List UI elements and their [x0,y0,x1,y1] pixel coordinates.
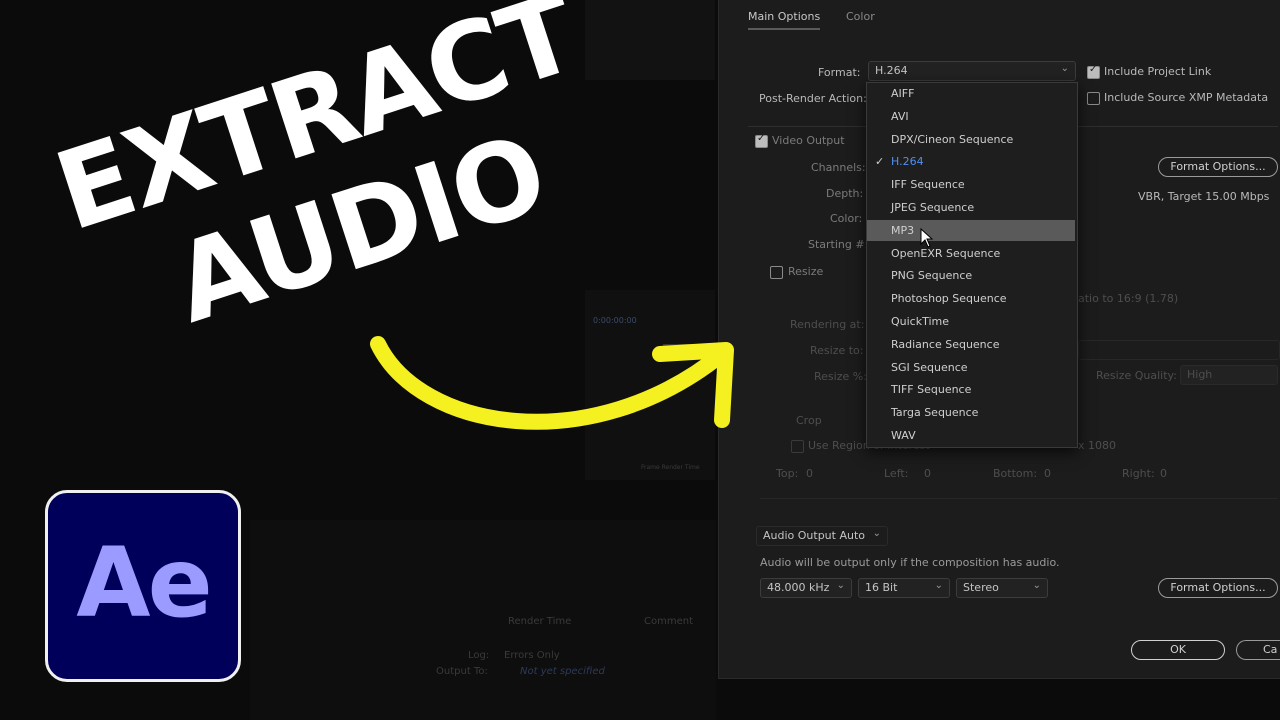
crop-left-value: 0 [924,467,931,480]
format-dropdown-menu: AIFF AVI DPX/Cineon Sequence ✓ H.264 IFF… [866,82,1078,448]
menu-item-wav[interactable]: WAV [867,425,1075,446]
crop-label: Crop [796,414,822,427]
include-xmp-checkbox[interactable] [1087,92,1100,105]
resize-checkbox[interactable] [770,266,783,279]
menu-item-photoshop[interactable]: Photoshop Sequence [867,288,1075,309]
crop-bottom-label: Bottom: [993,467,1038,480]
crop-bottom-value: 0 [1044,467,1051,480]
audio-note-text: Audio will be output only if the composi… [760,556,1060,569]
crop-size-text: x 1080 [1078,439,1117,452]
logo-text: Ae [76,527,212,639]
audio-output-dropdown[interactable]: Audio Output Auto ⌄ [756,526,888,546]
crop-divider [760,498,1278,499]
tab-color[interactable]: Color [846,10,875,23]
audio-channels-value: Stereo [963,581,999,594]
use-region-checkbox [791,440,804,453]
chevron-down-icon: ⌄ [836,580,845,591]
menu-item-h264[interactable]: ✓ H.264 [867,151,1075,172]
chevron-down-icon: ⌄ [1060,63,1069,74]
background-project-panel [585,0,715,80]
crop-left-label: Left: [884,467,909,480]
background-render-queue: Render Time Comment Log: Errors Only Out… [250,520,716,720]
checkmark-icon: ✓ [875,155,885,168]
menu-item-h264-label: H.264 [891,155,924,168]
resize-to-label: Resize to: [810,344,864,357]
chevron-down-icon: ⌄ [934,580,943,591]
rendering-at-label: Rendering at: [790,318,865,331]
starting-number-label: Starting #: [808,238,869,251]
render-time-column: Render Time [508,616,572,627]
audio-output-value: Audio Output Auto [763,529,866,542]
menu-item-png[interactable]: PNG Sequence [867,265,1075,286]
resize-quality-dropdown: High [1180,365,1278,385]
menu-item-openexr[interactable]: OpenEXR Sequence [867,243,1075,264]
tab-main-options[interactable]: Main Options [748,10,821,30]
menu-item-jpeg[interactable]: JPEG Sequence [867,197,1075,218]
menu-item-mp3[interactable]: MP3 [867,220,1075,241]
color-label: Color: [830,212,863,225]
menu-item-tiff[interactable]: TIFF Sequence [867,379,1075,400]
format-dropdown[interactable]: H.264 ⌄ [868,61,1076,81]
crop-top-value: 0 [806,467,813,480]
depth-label: Depth: [826,187,864,200]
resize-quality-value: High [1187,368,1213,381]
include-project-link-checkbox[interactable] [1087,64,1100,79]
cancel-button[interactable]: Ca [1236,640,1280,660]
mouse-cursor-icon [920,228,934,248]
post-render-action-label: Post-Render Action: [759,92,867,105]
crop-top-label: Top: [776,467,799,480]
menu-item-quicktime[interactable]: QuickTime [867,311,1075,332]
include-xmp-label: Include Source XMP Metadata [1104,91,1269,104]
video-output-label: Video Output [772,134,845,147]
menu-item-radiance[interactable]: Radiance Sequence [867,334,1075,355]
menu-item-targa[interactable]: Targa Sequence [867,402,1075,423]
sample-rate-value: 48.000 kHz [767,581,830,594]
audio-format-options-button[interactable]: Format Options... [1158,578,1278,598]
yellow-arrow-icon [370,336,734,430]
menu-item-dpx-cineon[interactable]: DPX/Cineon Sequence [867,129,1075,150]
include-project-link-label: Include Project Link [1104,65,1212,78]
menu-item-iff[interactable]: IFF Sequence [867,174,1075,195]
bit-depth-dropdown[interactable]: 16 Bit ⌄ [858,578,950,598]
aspect-ratio-text: atio to 16:9 (1.78) [1078,292,1179,305]
output-to-label: Output To: [436,666,488,677]
menu-item-aiff[interactable]: AIFF [867,83,1075,104]
log-label: Log: [468,650,490,661]
sample-rate-dropdown[interactable]: 48.000 kHz ⌄ [760,578,852,598]
menu-item-sgi[interactable]: SGI Sequence [867,357,1075,378]
format-label: Format: [818,66,861,79]
crop-right-value: 0 [1160,467,1167,480]
video-output-checkbox[interactable] [755,133,768,148]
resize-quality-label: Resize Quality: [1096,369,1177,382]
after-effects-logo: Ae [45,490,241,682]
resize-to-dropdown [1078,340,1280,360]
format-value: H.264 [875,64,908,77]
channels-label: Channels: [811,161,866,174]
video-format-options-button[interactable]: Format Options... [1158,157,1278,177]
bit-depth-value: 16 Bit [865,581,898,594]
resize-label: Resize [788,265,824,278]
audio-channels-dropdown[interactable]: Stereo ⌄ [956,578,1048,598]
chevron-down-icon: ⌄ [872,528,881,539]
resize-percent-label: Resize %: [814,370,867,383]
chevron-down-icon: ⌄ [1032,580,1041,591]
vbr-target-text: VBR, Target 15.00 Mbps [1138,190,1270,203]
menu-item-avi[interactable]: AVI [867,106,1075,127]
crop-right-label: Right: [1122,467,1155,480]
ok-button[interactable]: OK [1131,640,1225,660]
comment-column: Comment [644,616,693,627]
log-value[interactable]: Errors Only [504,650,560,661]
output-to-value[interactable]: Not yet specified [520,666,605,677]
